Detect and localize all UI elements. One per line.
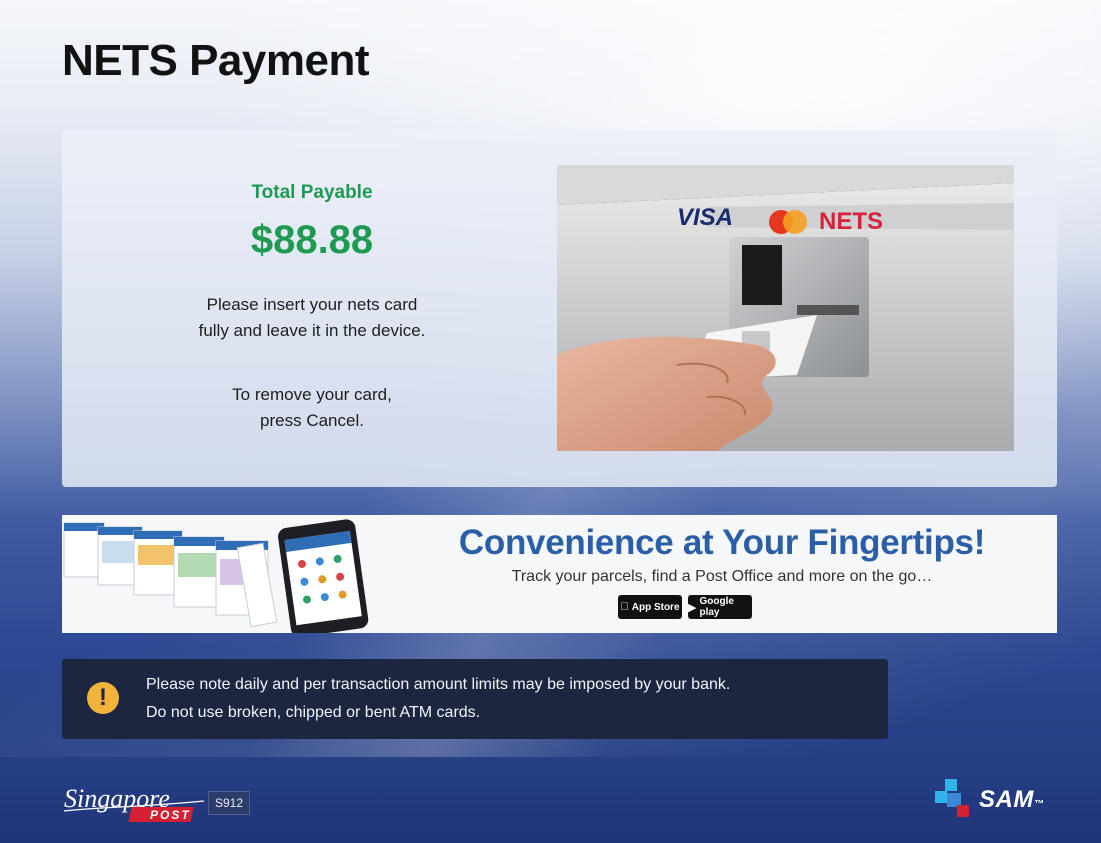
sam-label: SAM™ [979, 786, 1045, 813]
app-screens-illustration [63, 519, 369, 633]
svg-text:POST: POST [150, 808, 191, 822]
app-store-label: App Store [627, 601, 680, 613]
cancel-line-1: To remove your card, [232, 385, 392, 404]
app-promo-banner[interactable]: Convenience at Your Fingertips! Track yo… [62, 515, 1057, 633]
hand-graphic [557, 336, 776, 451]
apple-icon:  [620, 601, 628, 613]
instruction-line-1: Please insert your nets card [206, 295, 418, 314]
singapore-post-logo: Singapore POST [62, 777, 207, 830]
app-store-badge[interactable]:  App Store [618, 595, 682, 619]
smartphone-graphic [278, 519, 369, 633]
card-terminal-image: VISA NETS [557, 165, 1014, 451]
footer-bar: Singapore POST S912 SAM™ [0, 757, 1101, 843]
mastercard-logo [769, 210, 807, 234]
total-payable-amount: $88.88 [250, 218, 374, 262]
promo-subtitle: Track your parcels, find a Post Office a… [511, 568, 933, 585]
total-payable-label: Total Payable [251, 182, 373, 203]
warning-icon: ! [87, 682, 119, 714]
notice-text: Please note daily and per transaction am… [146, 671, 730, 727]
insert-card-instruction: Please insert your nets card fully and l… [62, 292, 562, 344]
google-play-label: Google play [699, 596, 734, 618]
remove-card-instruction: To remove your card, press Cancel. [62, 382, 562, 434]
store-badges:  App Store ▶ Google play [618, 595, 752, 619]
nets-logo: NETS [819, 208, 883, 235]
terminal-id-badge: S912 [208, 791, 251, 815]
page-title: NETS Payment [62, 36, 369, 85]
google-play-badge[interactable]: ▶ Google play [688, 595, 752, 619]
sam-logo: SAM™ [935, 779, 1044, 821]
cancel-line-2: press Cancel. [260, 411, 364, 430]
visa-logo: VISA [677, 204, 733, 231]
notice-line-1: Please note daily and per transaction am… [146, 676, 731, 693]
promo-title: Convenience at Your Fingertips! [458, 523, 986, 562]
payment-panel: Total Payable $88.88 Please insert your … [62, 130, 1057, 487]
bank-limit-notice: ! Please note daily and per transaction … [62, 659, 888, 739]
payment-info: Total Payable $88.88 Please insert your … [62, 130, 562, 487]
card-terminal-illustration: VISA NETS [557, 165, 1014, 451]
instruction-line-2: fully and leave it in the device. [198, 321, 426, 340]
notice-line-2: Do not use broken, chipped or bent ATM c… [146, 704, 481, 721]
sam-mark-icon [935, 779, 969, 817]
play-icon: ▶ [688, 601, 697, 614]
